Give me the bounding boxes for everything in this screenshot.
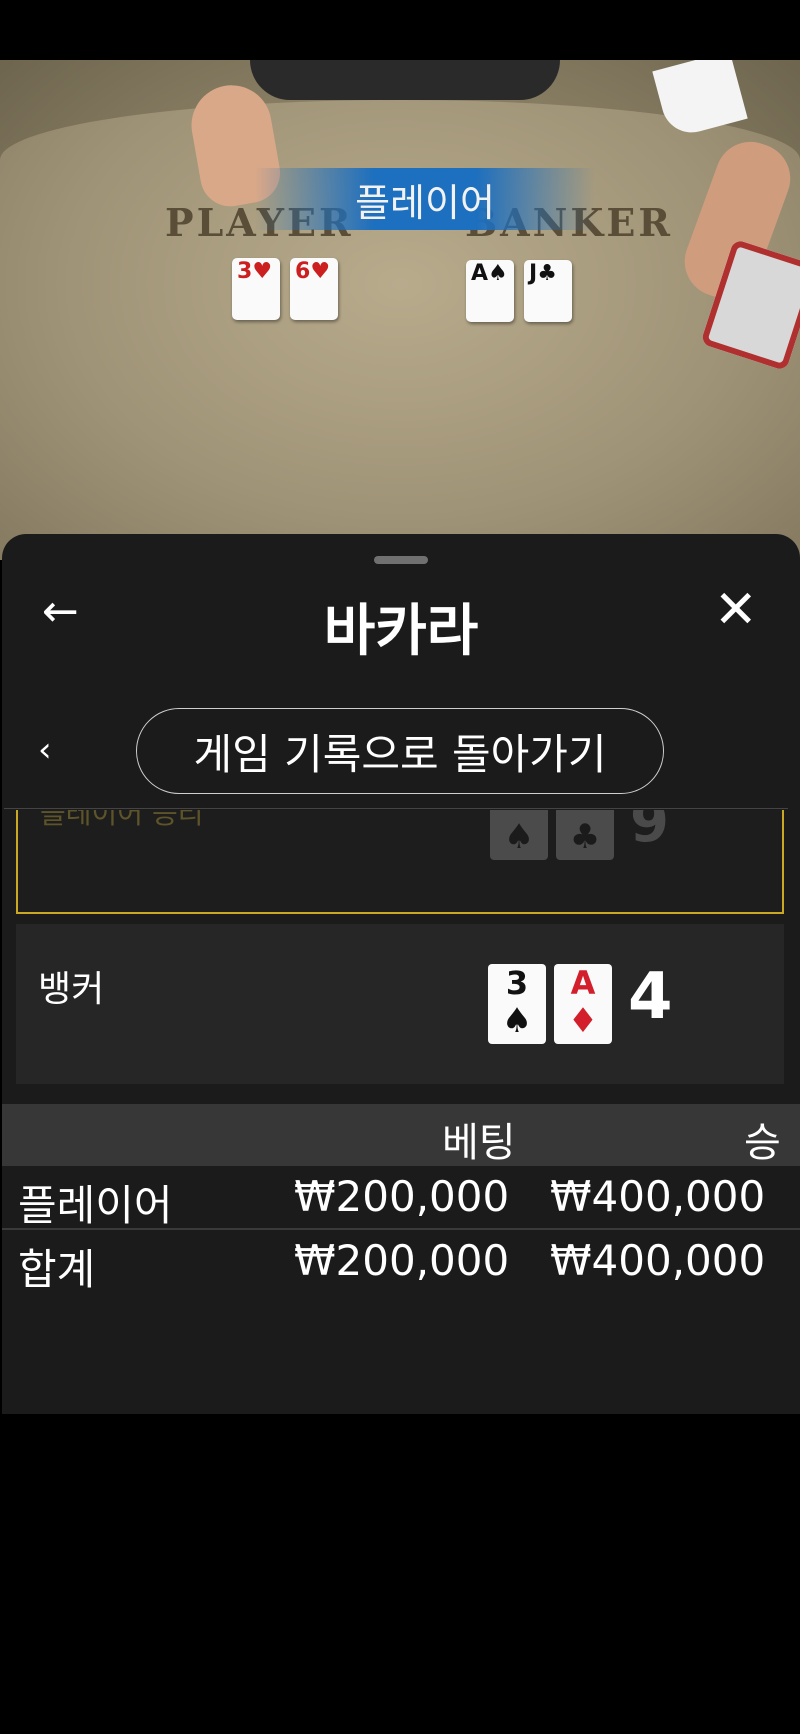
close-button[interactable]: ✕ [714, 580, 758, 640]
bottom-blank-area [0, 1414, 800, 1734]
banker-card-1: A♠ [466, 260, 514, 322]
banker-result-total: 4 [628, 960, 673, 1034]
player-result-label: 플레이어 승리 [40, 810, 204, 830]
table-row-total: 합계 ₩200,000 ₩400,000 [2, 1230, 800, 1294]
player-result-total: 9 [630, 810, 669, 855]
player-result-row: 플레이어 승리 ♠ ♣ 9 [16, 810, 784, 914]
banker-card-2: J♣ [524, 260, 572, 322]
dealer-torso [250, 60, 560, 100]
bets-table-header: 베팅 승 [2, 1104, 800, 1166]
total-win-amount: ₩400,000 [550, 1236, 766, 1285]
player-result-card-2: ♣ [556, 810, 614, 860]
bet-amount: ₩200,000 [294, 1172, 510, 1221]
win-amount: ₩400,000 [550, 1172, 766, 1221]
banker-result-row: 뱅커 3 ♠ A ♦ 4 [16, 924, 784, 1084]
total-name: 합계 [18, 1245, 96, 1294]
live-video-feed: PLAYER BANKER 플레이어 3♥ 6♥ A♠ J♣ [0, 60, 800, 560]
player-result-card-1: ♠ [490, 810, 548, 860]
winner-banner: 플레이어 [255, 168, 595, 230]
bet-column-header: 베팅 [442, 1120, 516, 1166]
close-icon: ✕ [714, 580, 758, 640]
table-row: 플레이어 ₩200,000 ₩400,000 [2, 1166, 800, 1230]
banker-result-card-1: 3 ♠ [488, 964, 546, 1044]
player-card-2: 6♥ [290, 258, 338, 320]
player-card-1: 3♥ [232, 258, 280, 320]
page-title: 바카라 [323, 599, 479, 664]
game-history-sheet: ← 바카라 ✕ ‹ 게임 기록으로 돌아가기 플레이어 승리 ♠ ♣ 9 뱅커 … [2, 534, 800, 1414]
total-bet-amount: ₩200,000 [294, 1236, 510, 1285]
divider [4, 808, 788, 809]
previous-button[interactable]: ‹ [38, 730, 52, 770]
bet-name: 플레이어 [18, 1181, 173, 1230]
banker-result-card-2: A ♦ [554, 964, 612, 1044]
winner-banner-text: 플레이어 [355, 180, 495, 225]
sheet-drag-handle[interactable] [374, 556, 428, 564]
return-to-history-button[interactable]: 게임 기록으로 돌아가기 [136, 708, 664, 794]
banker-result-label: 뱅커 [38, 969, 105, 1010]
chevron-left-icon: ‹ [38, 730, 52, 770]
win-column-header: 승 [744, 1120, 781, 1166]
